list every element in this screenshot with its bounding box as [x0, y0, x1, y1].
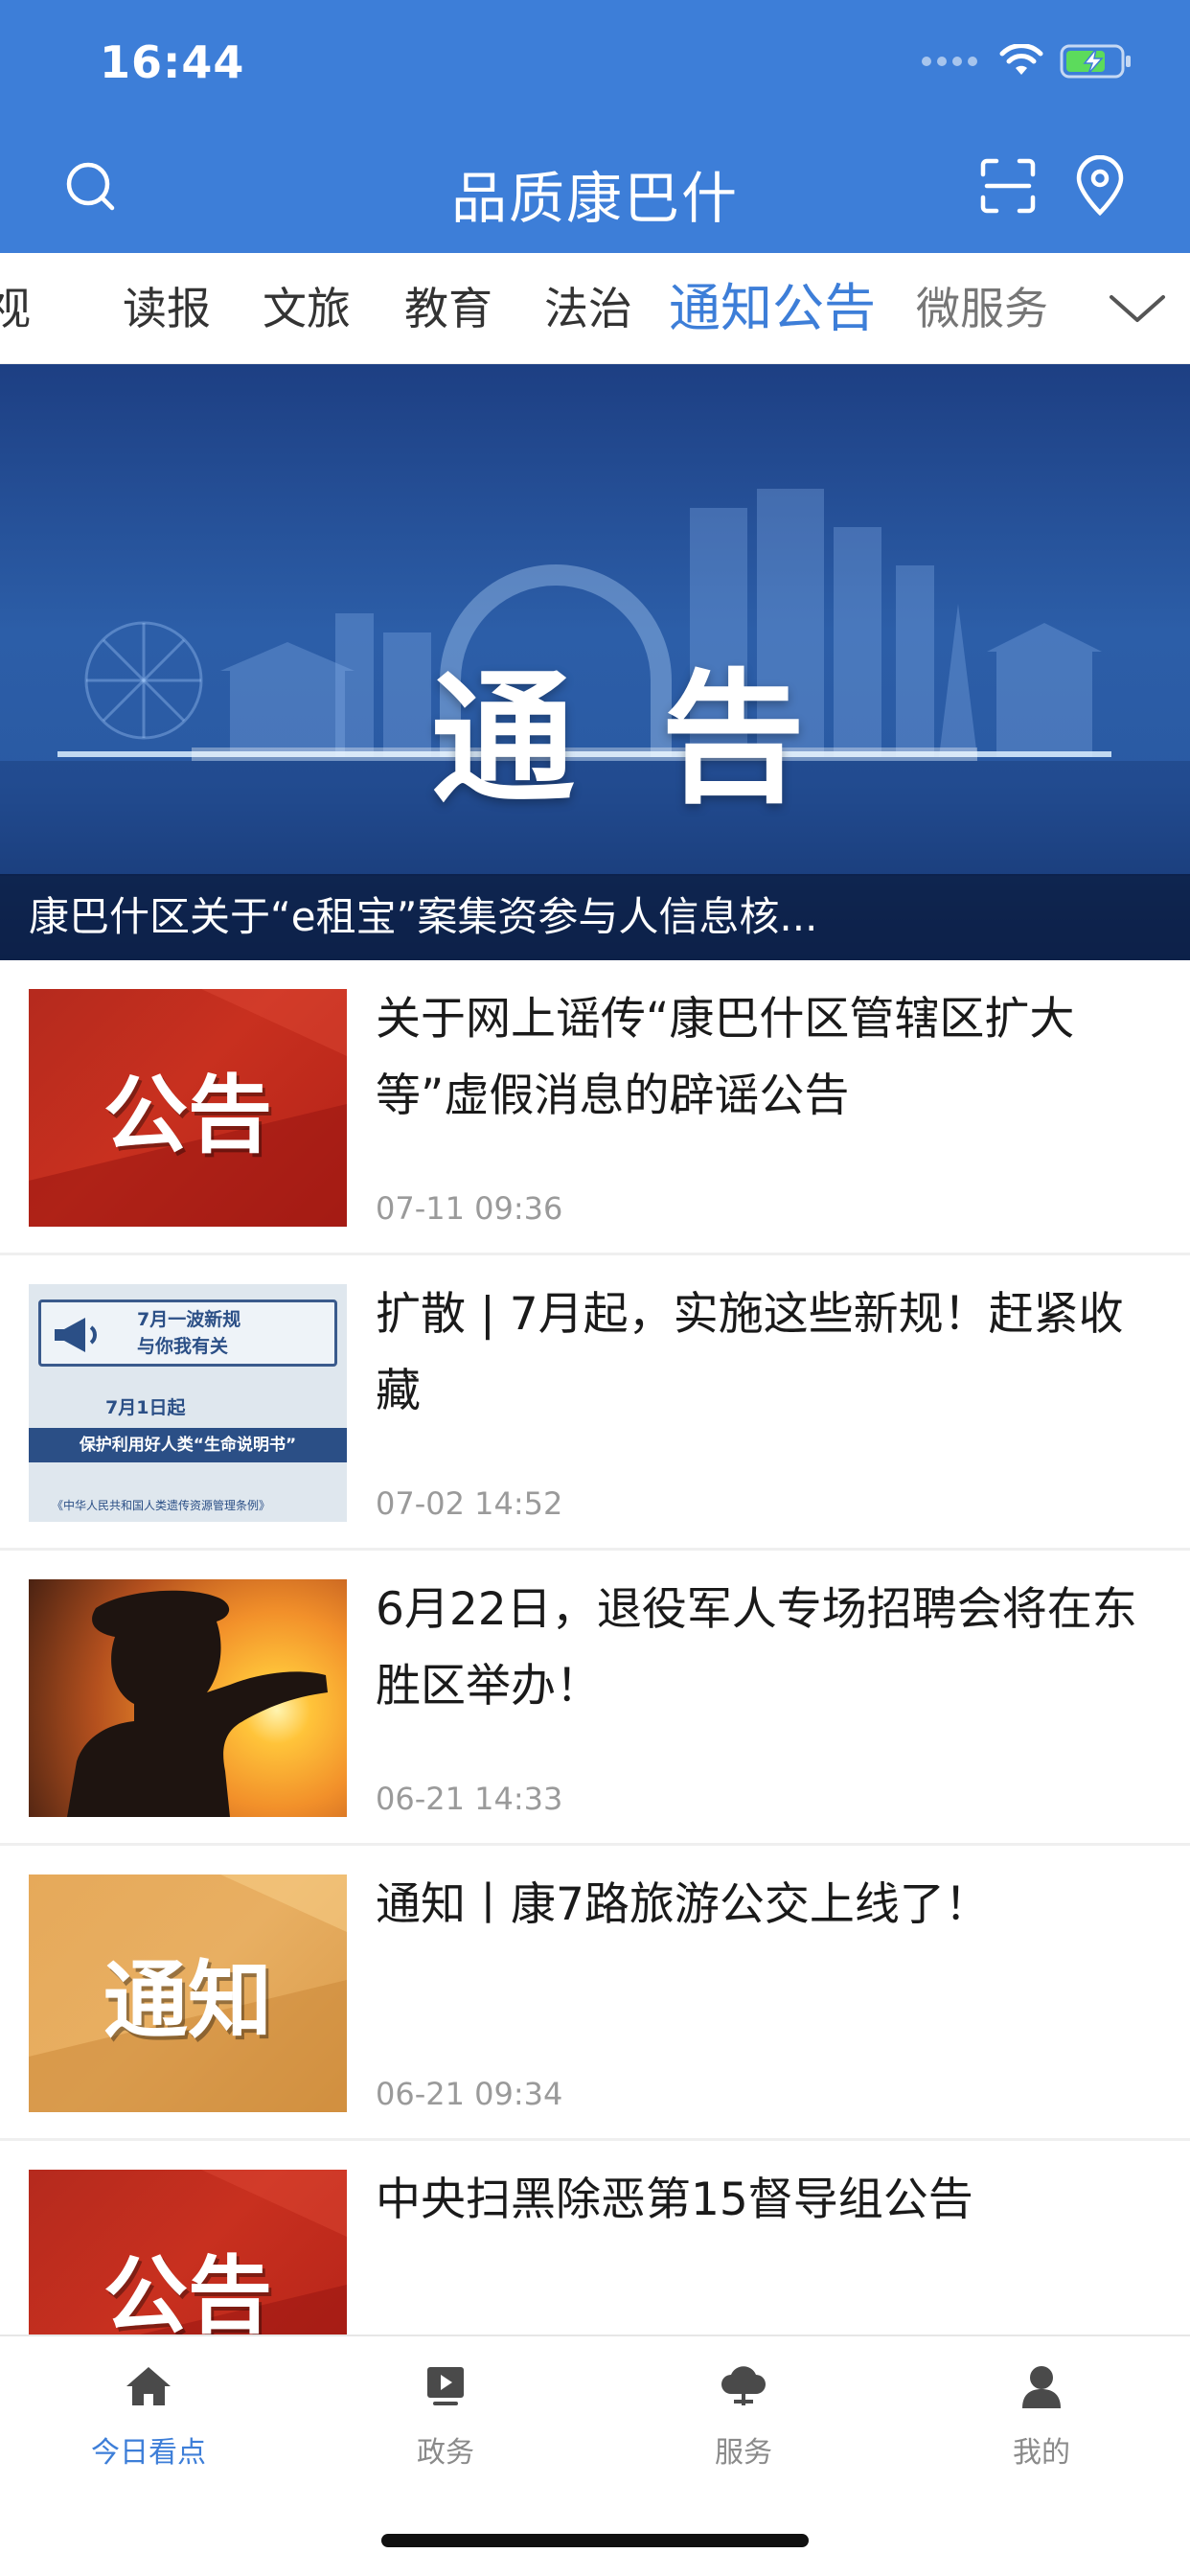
cellular-signal-icon [922, 57, 977, 66]
news-time: 06-21 14:33 [376, 1781, 563, 1817]
status-indicators [922, 42, 1133, 80]
nav-label: 服务 [715, 2436, 772, 2470]
news-thumbnail: 通知 [29, 1874, 347, 2112]
thumbnail-line-4: 保护利用好人类“生命说明书” [29, 1428, 347, 1462]
news-title: 6月22日，退役军人专场招聘会将在东胜区举办！ [376, 1583, 1137, 1713]
home-indicator[interactable] [381, 2534, 809, 2547]
nav-today[interactable]: 今日看点 [53, 2358, 244, 2471]
nav-label: 政务 [417, 2436, 474, 2470]
news-title: 关于网上谣传“康巴什区管辖区扩大等”虚假消息的辟谣公告 [376, 993, 1075, 1122]
tab-tongzhi-gonggao[interactable]: 通知公告 [669, 253, 876, 363]
tab-fazhi[interactable]: 法治 [544, 253, 632, 363]
news-item[interactable]: 通知 通知丨康7路旅游公交上线了！ 06-21 09:34 [0, 1846, 1190, 2141]
user-icon [1022, 2366, 1061, 2408]
tab-wenlv[interactable]: 文旅 [263, 253, 351, 363]
nav-mine[interactable]: 我的 [946, 2358, 1137, 2471]
news-time: 07-11 09:36 [376, 1190, 563, 1227]
location-pin-icon[interactable] [1069, 155, 1131, 217]
news-item[interactable]: 7月一波新规 与你我有关 7月1日起 保护利用好人类“生命说明书” 《中华人民共… [0, 1255, 1190, 1551]
scan-icon[interactable] [977, 155, 1039, 217]
news-title: 扩散 | 7月起，实施这些新规！赶紧收藏 [376, 1288, 1124, 1417]
nav-services[interactable]: 服务 [648, 2358, 839, 2471]
tab-dubao[interactable]: 读报 [123, 253, 211, 363]
city-skyline-illustration [0, 489, 1190, 876]
app-header: 16:44 品质康巴什 [0, 0, 1190, 253]
news-title: 通知丨康7路旅游公交上线了！ [376, 1878, 990, 1931]
banner-word-left: 通 [431, 656, 576, 823]
thumbnail-text: 通知 [103, 1950, 272, 2050]
nav-label: 今日看点 [91, 2436, 206, 2470]
battery-charging-icon [1060, 44, 1131, 79]
news-thumbnail: 7月一波新规 与你我有关 7月1日起 保护利用好人类“生命说明书” 《中华人民共… [29, 1284, 347, 1522]
thumbnail-text: 公告 [103, 1065, 272, 1164]
news-title: 中央扫黑除恶第15督导组公告 [376, 2174, 973, 2226]
thumbnail-headline-box: 7月一波新规 与你我有关 [38, 1300, 337, 1367]
status-time: 16:44 [100, 36, 245, 88]
thumbnail-line-5: 《中华人民共和国人类遗传资源管理条例》 [52, 1499, 271, 1512]
thumbnail-line-1: 7月一波新规 [137, 1309, 241, 1330]
saluting-soldier-silhouette [67, 1590, 328, 1817]
nav-label: 我的 [1013, 2436, 1070, 2470]
nav-government[interactable]: 政务 [350, 2358, 541, 2471]
news-time: 07-02 14:52 [376, 1485, 563, 1522]
news-item[interactable]: 6月22日，退役军人专场招聘会将在东胜区举办！ 06-21 14:33 [0, 1551, 1190, 1846]
featured-banner[interactable]: 通 告 康巴什区关于“e租宝”案集资参与人信息核... [0, 364, 1190, 960]
cloud-service-icon [721, 2366, 766, 2405]
news-item[interactable]: 公告 关于网上谣传“康巴什区管辖区扩大等”虚假消息的辟谣公告 07-11 09:… [0, 960, 1190, 1255]
tab-weifuwu[interactable]: 微服务 [916, 253, 1048, 363]
wifi-icon [999, 44, 1043, 75]
tab-partial[interactable]: 视 [0, 253, 31, 363]
banner-word-right: 告 [661, 656, 806, 823]
news-thumbnail [29, 1579, 347, 1817]
news-thumbnail: 公告 [29, 989, 347, 1227]
home-icon [126, 2367, 171, 2405]
category-tabs: 视 读报 文旅 教育 法治 通知公告 微服务 [0, 253, 1190, 364]
tabs-expand-button[interactable] [1085, 253, 1190, 363]
thumbnail-line-2: 与你我有关 [137, 1336, 229, 1357]
thumbnail-line-3: 7月1日起 [105, 1397, 186, 1418]
tab-jiaoyu[interactable]: 教育 [404, 253, 492, 363]
megaphone-icon [55, 1318, 97, 1352]
news-time: 06-21 09:34 [376, 2076, 563, 2112]
news-list: 公告 关于网上谣传“康巴什区管辖区扩大等”虚假消息的辟谣公告 07-11 09:… [0, 960, 1190, 2436]
video-play-icon [427, 2367, 464, 2405]
banner-caption: 康巴什区关于“e租宝”案集资参与人信息核... [0, 874, 1190, 960]
chevron-down-icon [1110, 295, 1165, 322]
